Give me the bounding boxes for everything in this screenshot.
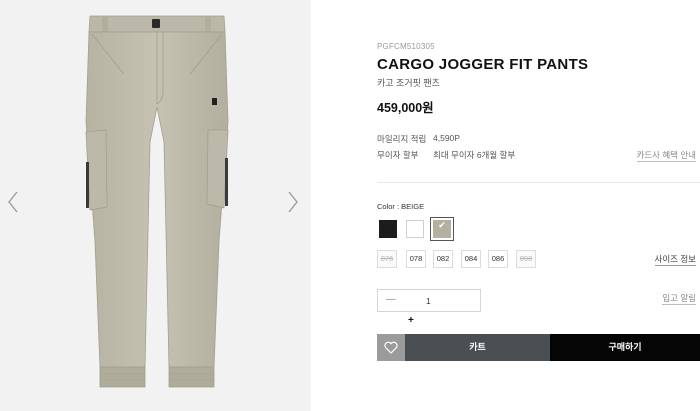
- heart-icon: [384, 341, 398, 354]
- add-to-cart-button[interactable]: 카트: [405, 334, 550, 361]
- size-option-078[interactable]: 078: [406, 250, 426, 268]
- product-image: [85, 15, 229, 388]
- product-gallery: [0, 0, 311, 411]
- product-price: 459,000원: [377, 101, 434, 115]
- product-info: PGFCM510305 CARGO JOGGER FIT PANTS 카고 조거…: [377, 0, 700, 411]
- gallery-next-button[interactable]: [286, 190, 300, 214]
- size-option-090[interactable]: 090: [516, 250, 536, 268]
- size-option-084[interactable]: 084: [461, 250, 481, 268]
- wishlist-button[interactable]: [377, 334, 405, 361]
- card-benefit-link[interactable]: 카드사 혜택 안내: [636, 149, 696, 162]
- check-icon: ✔: [438, 221, 446, 231]
- product-code: PGFCM510305: [377, 42, 435, 51]
- product-name: CARGO JOGGER FIT PANTS: [377, 56, 589, 73]
- mileage-label: 마일리지 적립: [377, 134, 427, 144]
- mileage-value: 4,590P: [433, 133, 460, 143]
- quantity-value[interactable]: 1: [426, 296, 431, 306]
- chevron-right-icon: [288, 191, 298, 213]
- quantity-minus-button[interactable]: —: [386, 294, 396, 305]
- size-option-076[interactable]: 076: [377, 250, 397, 268]
- quantity-stepper: — 1: [377, 289, 481, 312]
- color-label: Color : BEIGE: [377, 202, 425, 211]
- chevron-left-icon: [8, 191, 18, 213]
- gallery-prev-button[interactable]: [6, 190, 20, 214]
- product-subname: 카고 조거핏 팬츠: [377, 78, 440, 88]
- restock-alert-link[interactable]: 입고 알림: [662, 292, 696, 305]
- size-option-082[interactable]: 082: [433, 250, 453, 268]
- installment-value: 최대 무이자 6개월 할부: [433, 150, 516, 160]
- installment-label: 무이자 할부: [377, 150, 419, 160]
- product-page: PGFCM510305 CARGO JOGGER FIT PANTS 카고 조거…: [0, 0, 700, 411]
- divider: [377, 182, 700, 183]
- size-guide-link[interactable]: 사이즈 정보: [654, 253, 696, 266]
- color-swatch-white[interactable]: [406, 220, 424, 238]
- color-swatch-black[interactable]: [379, 220, 397, 238]
- quantity-plus-button[interactable]: +: [408, 315, 414, 326]
- size-option-086[interactable]: 086: [488, 250, 508, 268]
- buy-now-button[interactable]: 구매하기: [550, 334, 700, 361]
- color-swatch-beige[interactable]: ✔: [430, 217, 454, 241]
